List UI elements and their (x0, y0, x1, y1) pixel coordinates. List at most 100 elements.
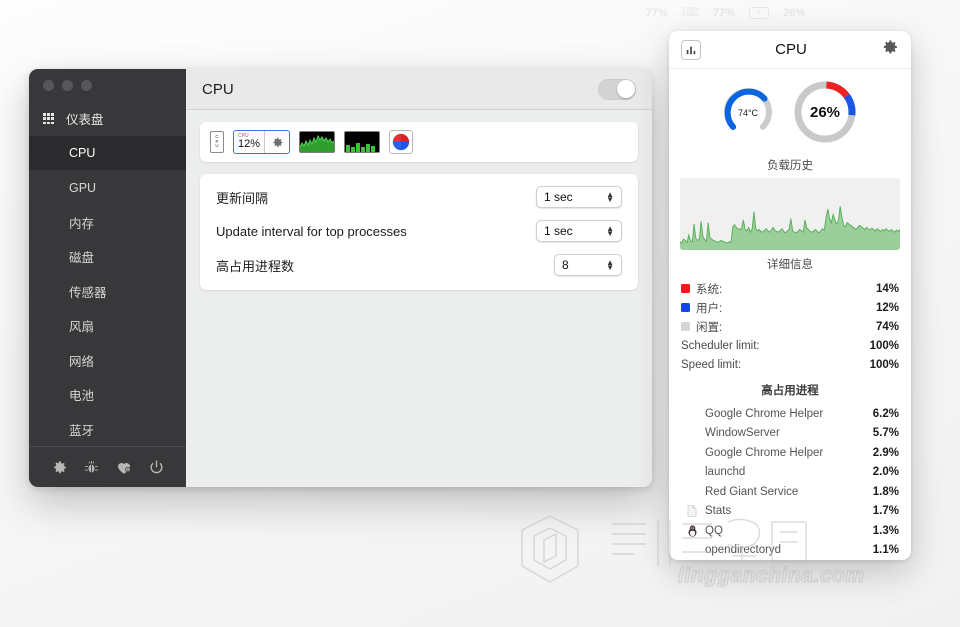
process-icon-placeholder (685, 466, 699, 478)
toggle-knob (617, 80, 635, 98)
setting-label: Update interval for top processes (216, 224, 536, 239)
process-value: 6.2% (873, 408, 899, 420)
gauges: 74°C 26% (669, 69, 911, 151)
menubar-network-down: 3 KB/s (682, 13, 699, 19)
menubar-item-network[interactable]: 3 KB/s 3 KB/s (682, 8, 699, 19)
menubar-item-battery[interactable]: ⚡ (749, 7, 769, 19)
menubar-cpu-temp-value: 77% (646, 7, 668, 19)
history-section-label: 负载历史 (669, 151, 911, 178)
power-icon[interactable] (148, 459, 165, 476)
process-name: WindowServer (703, 427, 873, 439)
module-enable-toggle[interactable] (598, 79, 636, 100)
temperature-gauge: 74°C (720, 84, 776, 145)
bug-icon[interactable] (83, 459, 100, 476)
setting-row-top-process-count: 高占用进程数 8 ▲▼ (200, 248, 638, 282)
minimize-button[interactable] (62, 80, 73, 91)
sidebar-item-network[interactable]: 网络 (29, 343, 186, 378)
update-interval-select[interactable]: 1 sec ▲▼ (536, 186, 622, 208)
process-row: Red Giant Service 1.8% (681, 482, 899, 502)
chevron-updown-icon: ▲▼ (606, 260, 614, 270)
detail-label: 系统: (696, 281, 876, 297)
process-row: Google Chrome Helper 2.9% (681, 443, 899, 463)
detail-row-speed-limit: Speed limit: 100% (681, 355, 899, 374)
sidebar-item-sensors[interactable]: 传感器 (29, 274, 186, 309)
detail-row-user: 用户: 12% (681, 298, 899, 317)
bar-chart-icon[interactable] (681, 40, 701, 60)
setting-row-top-process-interval: Update interval for top processes 1 sec … (200, 214, 638, 248)
process-icon-placeholder (685, 544, 699, 556)
sidebar-item-battery[interactable]: 电池 (29, 377, 186, 412)
sidebar-item-fans[interactable]: 风扇 (29, 308, 186, 343)
load-gauge-value: 26% (810, 104, 840, 121)
chevron-updown-icon: ▲▼ (606, 192, 614, 202)
cpu-pie-chart-widget[interactable] (389, 130, 413, 154)
process-icon-placeholder (685, 486, 699, 498)
menubar-item-cpu-temp[interactable]: 77% (646, 7, 668, 19)
setting-label: 高占用进程数 (216, 256, 554, 275)
menubar-memory-value: 77% (713, 7, 735, 19)
top-process-count-select[interactable]: 8 ▲▼ (554, 254, 622, 276)
process-row: launchd 2.0% (681, 463, 899, 483)
cpu-percentage-widget[interactable]: CPU 12% (233, 130, 290, 154)
process-row: Google Chrome Helper 6.2% (681, 404, 899, 424)
details-section-label: 详细信息 (669, 250, 911, 277)
content-titlebar: CPU (186, 69, 652, 110)
sidebar-item-label: GPU (43, 181, 96, 195)
zoom-button[interactable] (81, 80, 92, 91)
process-name: Google Chrome Helper (703, 447, 873, 459)
menubar-item-cpu-load[interactable]: 26% (783, 7, 805, 19)
process-name: Stats (703, 505, 873, 517)
legend-swatch-system (681, 284, 690, 293)
sidebar-nav: 仪表盘 CPU GPU 内存 磁盘 传感器 风扇 (29, 97, 186, 446)
setting-label: 更新间隔 (216, 188, 536, 207)
cpu-percentage-value: 12% (238, 139, 260, 151)
sidebar-item-gpu[interactable]: GPU (29, 170, 186, 205)
menubar-cpu-load-value: 26% (783, 7, 805, 19)
window-traffic-lights (29, 69, 186, 97)
sidebar-item-label: 风扇 (43, 316, 94, 335)
cpu-bar-chart-widget[interactable] (344, 131, 380, 153)
screen: 77% 3 KB/s 3 KB/s 77% ⚡ 26% (0, 0, 960, 627)
gear-icon[interactable] (51, 459, 68, 476)
sidebar-item-memory[interactable]: 内存 (29, 205, 186, 240)
detail-value: 12% (876, 302, 899, 314)
sidebar-item-cpu[interactable]: CPU (29, 136, 186, 171)
heart-dollar-icon[interactable]: $ (115, 458, 133, 476)
process-value: 2.0% (873, 466, 899, 478)
widget-settings-gear-icon[interactable] (265, 136, 289, 149)
settings-panel: 更新间隔 1 sec ▲▼ Update interval for top pr… (200, 174, 638, 290)
cpu-pie-chart-preview (389, 130, 413, 154)
sidebar-item-bluetooth[interactable]: 蓝牙 (29, 412, 186, 447)
detail-value: 100% (870, 359, 899, 371)
top-process-interval-select[interactable]: 1 sec ▲▼ (536, 220, 622, 242)
detail-value: 100% (870, 340, 899, 352)
sidebar-item-disk[interactable]: 磁盘 (29, 239, 186, 274)
chevron-updown-icon: ▲▼ (606, 226, 614, 236)
setting-row-update-interval: 更新间隔 1 sec ▲▼ (200, 180, 638, 214)
process-value: 2.9% (873, 447, 899, 459)
document-icon (685, 505, 699, 517)
update-interval-value: 1 sec (544, 190, 573, 204)
cpu-line-chart-widget[interactable] (299, 131, 335, 153)
sidebar-item-label: 蓝牙 (43, 420, 94, 439)
process-icon-placeholder (685, 447, 699, 459)
process-name: Red Giant Service (703, 486, 873, 498)
detail-value: 14% (876, 283, 899, 295)
sidebar-item-dashboard[interactable]: 仪表盘 (29, 101, 186, 136)
sidebar-item-label: 网络 (43, 351, 94, 370)
process-row: WindowServer 5.7% (681, 424, 899, 444)
cpu-vertical-label-widget[interactable]: CPU (210, 131, 224, 153)
grid-icon (43, 113, 54, 124)
close-button[interactable] (43, 80, 54, 91)
process-value: 1.1% (873, 544, 899, 556)
cpu-percentage-widget-box: CPU 12% (233, 130, 290, 154)
gear-icon[interactable] (881, 38, 899, 61)
sidebar-footer: $ (29, 446, 186, 487)
menubar-network-values: 3 KB/s 3 KB/s (682, 8, 699, 19)
process-name: QQ (703, 525, 873, 537)
sidebar: 仪表盘 CPU GPU 内存 磁盘 传感器 风扇 (29, 69, 186, 487)
page-title: CPU (202, 81, 234, 98)
stats-preferences-window: 仪表盘 CPU GPU 内存 磁盘 传感器 风扇 (29, 69, 652, 487)
menubar-item-memory[interactable]: 77% (713, 7, 735, 19)
sidebar-item-label: CPU (43, 146, 95, 160)
